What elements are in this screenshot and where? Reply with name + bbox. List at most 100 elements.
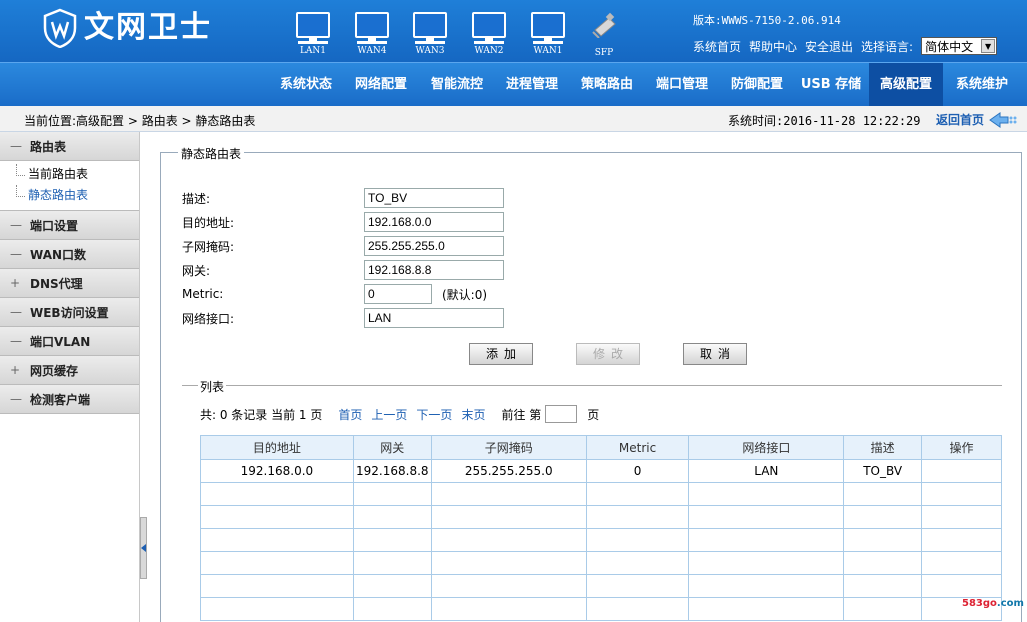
gateway-label: 网关: [182,263,211,278]
metric-input[interactable]: 0 [364,284,432,304]
table-row [200,597,1002,621]
collapse-icon: — [10,305,22,319]
cancel-button[interactable]: 取消 [683,343,747,365]
subnet-mask-row: 子网掩码: 255.255.255.0 [182,236,504,256]
cell-actions[interactable] [921,459,1002,483]
language-label: 选择语言: [861,39,914,54]
col-subnet-mask: 子网掩码 [430,435,587,460]
next-page-link[interactable]: 下一页 [416,406,452,423]
goto-page-input[interactable] [545,405,578,423]
sidebar-item-static-routes[interactable]: 静态路由表 [0,185,139,206]
sidebar-group-dns-proxy[interactable]: + DNS代理 [0,269,139,298]
port-wan2[interactable]: WAN2 [469,12,509,56]
sidebar-collapse-handle[interactable] [140,517,147,579]
nav-port-manage[interactable]: 端口管理 [647,63,717,106]
top-links: 系统首页 帮助中心 安全退出 选择语言: 简体中文 ▼ [693,37,998,55]
breadcrumb: 当前位置:高级配置 > 路由表 > 静态路由表 [24,114,256,128]
cell-destination: 192.168.0.0 [200,459,354,483]
sidebar-group-port-settings[interactable]: — 端口设置 [0,211,139,240]
sidebar-group-routing-table[interactable]: — 路由表 [0,132,139,161]
nav-flow-control[interactable]: 智能流控 [422,63,492,106]
nav-policy-routing[interactable]: 策略路由 [572,63,642,106]
metric-hint: (默认:0) [442,287,488,302]
monitor-icon [296,12,330,41]
nav-process-manage[interactable]: 进程管理 [497,63,567,106]
collapse-icon: — [10,139,22,153]
metric-row: Metric: 0 (默认:0) [182,284,487,304]
port-lan1[interactable]: LAN1 [293,12,333,56]
home-link[interactable]: 系统首页 [693,38,741,55]
collapse-icon: — [10,334,22,348]
col-destination: 目的地址 [200,435,354,460]
goto-label: 前往 第 [501,407,542,422]
sidebar-group-port-vlan[interactable]: — 端口VLAN [0,327,139,356]
sidebar-group-web-access[interactable]: — WEB访问设置 [0,298,139,327]
col-gateway: 网关 [352,435,432,460]
add-button[interactable]: 添加 [469,343,533,365]
port-wan4[interactable]: WAN4 [352,12,392,56]
monitor-icon [413,12,447,41]
logout-link[interactable]: 安全退出 [805,38,853,55]
nav-advanced-config[interactable]: 高级配置 [869,63,943,106]
interface-input[interactable]: LAN [364,308,504,328]
subnet-mask-input[interactable]: 255.255.255.0 [364,236,504,256]
description-input[interactable]: TO_BV [364,188,504,208]
routes-table: 目的地址 网关 子网掩码 Metric 网络接口 描述 操作 192.168.0… [200,435,1002,621]
pagination: 共: 0 条记录 当前 1 页 首页 上一页 下一页 末页 前往 第 页 [200,405,599,423]
col-metric: Metric [585,435,690,460]
record-summary: 共: 0 条记录 当前 1 页 [200,407,323,422]
system-time: 系统时间:2016-11-28 12:22:29 [728,114,921,128]
sidebar-item-current-routes[interactable]: 当前路由表 [0,164,139,185]
port-label: WAN3 [415,46,445,56]
table-row [200,482,1002,506]
nav-defense-config[interactable]: 防御配置 [722,63,792,106]
port-wan3[interactable]: WAN3 [410,12,450,56]
help-link[interactable]: 帮助中心 [749,38,797,55]
cell-description: TO_BV [843,459,923,483]
main-nav: 系统状态 网络配置 智能流控 进程管理 策略路由 端口管理 防御配置 USB 存… [0,62,1027,106]
port-label: WAN4 [357,46,387,56]
list-title: 列表 [198,378,227,395]
sidebar: — 路由表 当前路由表 静态路由表 — 端口设置 — WAN口数 + DNS代理… [0,132,140,622]
cell-subnet-mask: 255.255.255.0 [430,459,587,483]
table-row [200,574,1002,598]
interface-row: 网络接口: LAN [182,308,504,328]
last-page-link[interactable]: 末页 [461,406,485,423]
description-row: 描述: TO_BV [182,188,504,208]
first-page-link[interactable]: 首页 [338,406,362,423]
port-wan1[interactable]: WAN1 [528,12,568,56]
monitor-icon [531,12,565,41]
gateway-input[interactable]: 192.168.8.8 [364,260,504,280]
prev-page-link[interactable]: 上一页 [371,406,407,423]
nav-system-maintenance[interactable]: 系统维护 [946,63,1018,106]
top-header: 文网卫士 LAN1 WAN4 WAN3 WAN2 WAN1 SFP 版本:WWW… [0,0,1027,62]
sidebar-group-client-detect[interactable]: — 检测客户端 [0,385,139,414]
brand-name: 文网卫士 [84,10,212,45]
table-row[interactable]: 192.168.0.0 192.168.8.8 255.255.255.0 0 … [200,459,1002,483]
collapse-icon: — [10,392,22,406]
gateway-row: 网关: 192.168.8.8 [182,260,504,280]
edit-button[interactable]: 修改 [576,343,640,365]
panel-title: 静态路由表 [178,145,245,162]
port-sfp[interactable]: SFP [584,12,624,58]
monitor-icon [472,12,506,41]
port-label: WAN2 [474,46,504,56]
expand-icon: + [10,276,21,290]
col-description: 描述 [843,435,923,460]
return-home-link[interactable]: 返回首页 [936,111,1018,128]
destination-row: 目的地址: 192.168.0.0 [182,212,504,232]
nav-network-config[interactable]: 网络配置 [346,63,416,106]
port-label: WAN1 [533,46,563,56]
collapse-icon: — [10,218,22,232]
language-select[interactable]: 简体中文 ▼ [921,37,998,55]
subnet-mask-label: 子网掩码: [182,239,235,254]
list-divider [182,385,1002,386]
table-header-row: 目的地址 网关 子网掩码 Metric 网络接口 描述 操作 [200,435,1002,460]
port-label: SFP [594,48,614,58]
cell-metric: 0 [585,459,690,483]
nav-system-status[interactable]: 系统状态 [272,63,340,106]
nav-usb-storage[interactable]: USB 存储 [796,63,866,106]
sidebar-group-web-cache[interactable]: + 网页缓存 [0,356,139,385]
sidebar-group-wan-count[interactable]: — WAN口数 [0,240,139,269]
destination-input[interactable]: 192.168.0.0 [364,212,504,232]
